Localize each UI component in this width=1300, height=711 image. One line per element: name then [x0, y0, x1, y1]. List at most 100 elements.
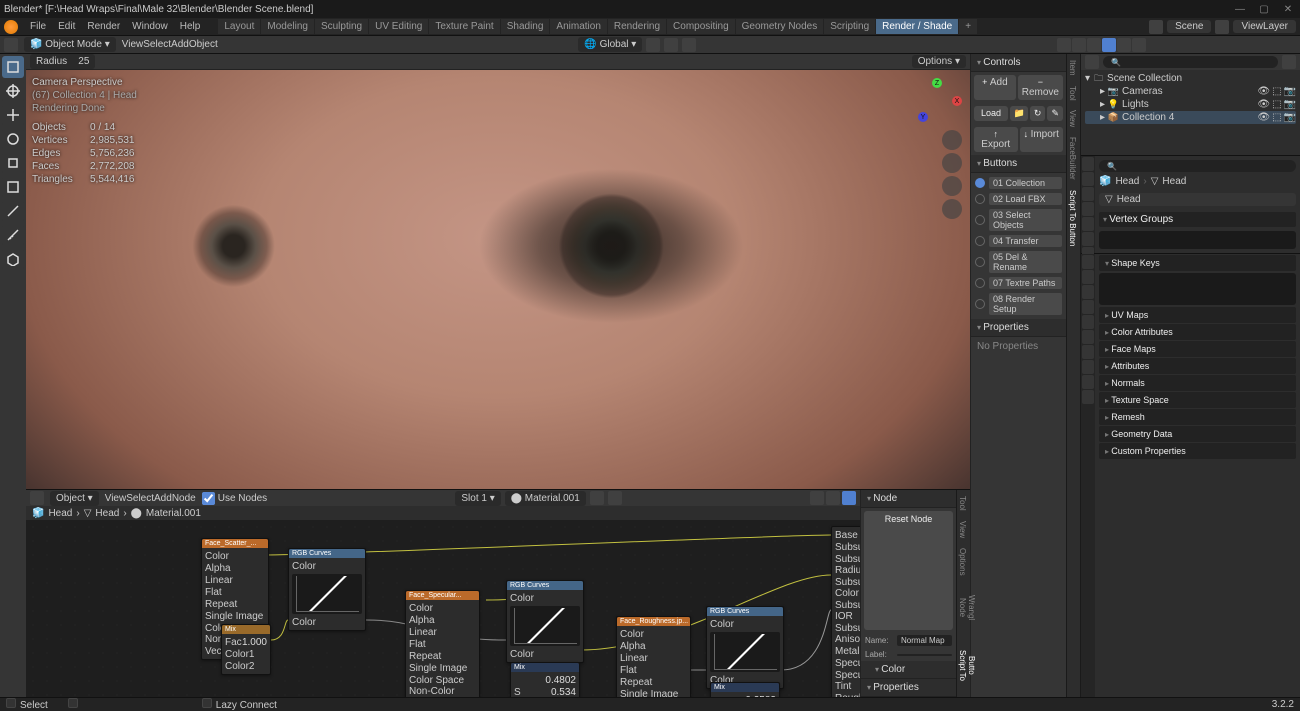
menu-render[interactable]: Render: [81, 19, 126, 34]
props-section[interactable]: Attributes: [1099, 358, 1296, 374]
script-button-item[interactable]: 05 Del & Rename: [973, 249, 1064, 275]
viewlayer-icon[interactable]: [1215, 20, 1229, 34]
proportional-icon[interactable]: [664, 38, 678, 52]
viewport-shading-mat-icon[interactable]: [1117, 38, 1131, 52]
radius-field[interactable]: Radius 25: [30, 54, 95, 69]
workspace-tab[interactable]: Layout: [218, 19, 260, 34]
script-button-item[interactable]: 03 Select Objects: [973, 207, 1064, 233]
node-color-panel[interactable]: Color: [861, 661, 956, 679]
node-name-field[interactable]: Name:Normal Map: [861, 633, 956, 648]
rgb-curves-node-2[interactable]: RGB Curves ColorColor: [506, 580, 584, 663]
xray-icon[interactable]: [1087, 38, 1101, 52]
side-tab[interactable]: Tool: [1068, 82, 1079, 105]
close-icon[interactable]: ✕: [1280, 4, 1296, 15]
props-tab-icon[interactable]: [1082, 315, 1094, 329]
props-section[interactable]: Geometry Data: [1099, 426, 1296, 442]
mode-menu-select[interactable]: Select: [143, 39, 171, 50]
workspace-tab[interactable]: Render / Shade: [876, 19, 958, 34]
side-tab[interactable]: Node Wrangl: [958, 581, 969, 634]
props-section[interactable]: Color Attributes: [1099, 324, 1296, 340]
props-tab-icon[interactable]: [1082, 360, 1094, 374]
props-tab-icon[interactable]: [1082, 202, 1094, 216]
script-button-item[interactable]: 04 Transfer: [973, 233, 1064, 249]
load-refresh-icon[interactable]: ↻: [1030, 106, 1046, 121]
mode-dropdown[interactable]: 🧊 Object Mode ▾: [24, 37, 116, 52]
side-tab[interactable]: Script To Button: [1068, 186, 1079, 250]
cursor-tool[interactable]: [2, 80, 24, 102]
workspace-tab[interactable]: Scripting: [824, 19, 875, 34]
node-panel-header[interactable]: Node: [861, 490, 956, 508]
ne-type-icon[interactable]: [30, 491, 44, 505]
viewlayer-selector[interactable]: ViewLayer: [1233, 20, 1296, 33]
outliner-search-input[interactable]: [1103, 56, 1278, 68]
props-section[interactable]: Remesh: [1099, 409, 1296, 425]
outliner-item[interactable]: ▸💡Lights👁⬚📷: [1085, 98, 1296, 111]
side-tab[interactable]: Tool: [958, 492, 969, 515]
transform-tool[interactable]: [2, 176, 24, 198]
scene-icon[interactable]: [1149, 20, 1163, 34]
workspace-tab[interactable]: Rendering: [608, 19, 666, 34]
rgb-curves-node-3[interactable]: RGB Curves ColorColor: [706, 606, 784, 689]
viewport-3d[interactable]: Camera Perspective (67) Collection 4 | H…: [26, 70, 970, 489]
props-search-input[interactable]: [1099, 160, 1296, 172]
mesh-datablock[interactable]: ▽Head: [1099, 193, 1296, 206]
maximize-icon[interactable]: ▢: [1256, 4, 1272, 15]
props-tab-icon[interactable]: [1082, 187, 1094, 201]
mode-menu-object[interactable]: Object: [189, 39, 218, 50]
material-selector[interactable]: ⬤ Material.001: [505, 491, 586, 506]
props-tab-icon[interactable]: [1082, 390, 1094, 404]
slot-dropdown[interactable]: Slot 1 ▾: [455, 491, 500, 506]
options-dropdown[interactable]: Options ▾: [912, 55, 966, 68]
axis-z-icon[interactable]: Z: [932, 78, 942, 88]
outliner-item[interactable]: ▸📦Collection 4👁⬚📷: [1085, 111, 1296, 124]
orientation-dropdown[interactable]: 🌐 Global ▾: [578, 37, 642, 52]
menu-edit[interactable]: Edit: [52, 19, 81, 34]
props-tab-icon[interactable]: [1082, 172, 1094, 186]
viewport-shading-solid-icon[interactable]: [1102, 38, 1116, 52]
props-tab-icon[interactable]: [1082, 270, 1094, 284]
vertex-groups-section[interactable]: Vertex Groups: [1099, 212, 1296, 227]
node-canvas[interactable]: Face_Scatter_... ColorAlphaLinearFlatRep…: [26, 520, 860, 697]
workspace-tab[interactable]: Geometry Nodes: [736, 19, 824, 34]
axis-x-icon[interactable]: X: [952, 96, 962, 106]
shading-icon[interactable]: [1057, 38, 1071, 52]
workspace-tab[interactable]: Sculpting: [315, 19, 368, 34]
scale-tool[interactable]: [2, 152, 24, 174]
workspace-tab[interactable]: Animation: [550, 19, 606, 34]
props-section[interactable]: Face Maps: [1099, 341, 1296, 357]
props-section[interactable]: Texture Space: [1099, 392, 1296, 408]
workspace-tab[interactable]: Shading: [501, 19, 550, 34]
props-tab-icon[interactable]: [1082, 157, 1094, 171]
outliner-type-icon[interactable]: [1085, 55, 1099, 69]
props-tab-icon[interactable]: [1082, 330, 1094, 344]
props-tab-icon[interactable]: [1082, 217, 1094, 231]
shape-keys-section[interactable]: Shape Keys: [1099, 255, 1296, 271]
export-button[interactable]: ↑ Export: [974, 127, 1018, 152]
ne-menu[interactable]: Add: [154, 493, 172, 504]
load-browse-icon[interactable]: 📁: [1010, 106, 1028, 121]
shape-keys-slot[interactable]: [1099, 273, 1296, 305]
script-button-item[interactable]: 02 Load FBX: [973, 191, 1064, 207]
mode-menu-add[interactable]: Add: [171, 39, 189, 50]
editor-type-icon[interactable]: [4, 38, 18, 52]
ne-snap-icon[interactable]: [842, 491, 856, 505]
script-button-item[interactable]: 01 Collection: [973, 175, 1064, 191]
props-section[interactable]: Custom Properties: [1099, 443, 1296, 459]
pivot-icon[interactable]: [682, 38, 696, 52]
ne-menu[interactable]: Select: [126, 493, 154, 504]
props-section[interactable]: Normals: [1099, 375, 1296, 391]
side-tab[interactable]: Item: [1068, 56, 1079, 80]
rgb-curves-node-1[interactable]: RGB Curves ColorColor: [288, 548, 366, 631]
scene-selector[interactable]: Scene: [1167, 20, 1211, 33]
controls-panel-header[interactable]: Controls: [971, 54, 1066, 72]
workspace-tab[interactable]: UV Editing: [369, 19, 428, 34]
props-tab-icon[interactable]: [1082, 375, 1094, 389]
workspace-tab[interactable]: +: [959, 19, 977, 34]
pin-icon[interactable]: [810, 491, 824, 505]
mode-menu-view[interactable]: View: [122, 39, 144, 50]
ne-menu[interactable]: Node: [172, 493, 196, 504]
nav-gizmo[interactable]: X Z Y: [914, 78, 962, 126]
menu-window[interactable]: Window: [126, 19, 174, 34]
mix-node-1[interactable]: Mix Fac1.000 Color1 Color2: [221, 624, 271, 675]
overlay-icon[interactable]: [1072, 38, 1086, 52]
